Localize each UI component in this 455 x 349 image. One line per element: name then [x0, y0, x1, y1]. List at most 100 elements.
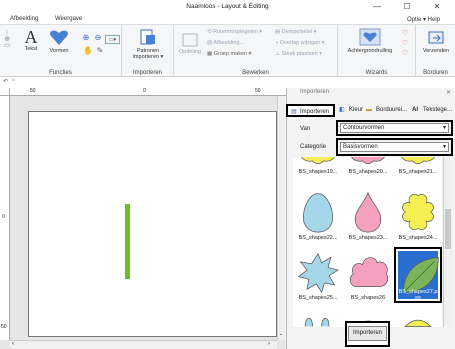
- background-fill-icon: [359, 28, 381, 46]
- send-button[interactable]: Verzenden: [420, 28, 452, 54]
- text-icon: A: [24, 27, 38, 47]
- categorie-select-value: Basisvormen: [343, 144, 378, 150]
- ruler-corner: [0, 88, 10, 96]
- group-make-button[interactable]: ▦ Groep maken ▾: [207, 51, 251, 57]
- shape-tile-label: BS_shapes26: [350, 295, 386, 301]
- group-wizards: Achtergrondrulling ♡ ♡ ♡ Wizards: [338, 25, 416, 77]
- group-make-label: Groep maken ▾: [213, 51, 252, 57]
- gallery-scroll-thumb[interactable]: [445, 209, 451, 249]
- burst-shape-icon: [297, 252, 340, 294]
- flower-shape-icon: [402, 193, 434, 231]
- embroidery-page[interactable]: [28, 111, 277, 337]
- tab-text-icon: Al: [412, 107, 418, 113]
- measure-icon[interactable]: ✎: [94, 47, 106, 58]
- ruler-label: 0: [2, 214, 5, 220]
- title-bar: Naamloos - Layout & Editing — ☐ ✕: [0, 0, 455, 14]
- tab-import-icon: ▤: [291, 109, 297, 115]
- zoom-in-icon[interactable]: ⊕: [80, 34, 92, 45]
- import-patterns-button[interactable]: Patronen importeren ▾: [130, 28, 166, 60]
- dempel-button[interactable]: ▤ Dempelselst ▾: [275, 29, 316, 35]
- shape-tile-label: BS_shapes27.p es: [398, 289, 438, 301]
- tab-color-icon: ◧: [339, 107, 345, 113]
- rotate-mirror-button[interactable]: ⟲ Roteren/spiegelen ▾: [207, 29, 262, 35]
- scroll-left-arrow[interactable]: ‹: [12, 341, 14, 347]
- overlap-button[interactable]: ◑ Overlap wijzigen ▾: [275, 40, 325, 46]
- pan-icon[interactable]: ✋: [82, 47, 94, 58]
- dropdown-icon[interactable]: ⁼: [12, 78, 15, 85]
- group-wizards-label: Wizards: [365, 70, 388, 76]
- shape-tile-label: BS_shapes25...: [298, 295, 338, 301]
- close-button[interactable]: ✕: [426, 1, 448, 13]
- cloud-partial-shape-icon: [301, 157, 335, 165]
- canvas-horizontal-scrollbar[interactable]: ‹ ›: [10, 340, 277, 349]
- zoom-out-icon[interactable]: ⊖: [92, 34, 104, 45]
- minimize-button[interactable]: —: [366, 1, 388, 13]
- van-select[interactable]: Contourvormen ▾: [340, 123, 449, 133]
- wizard-hearts-icon[interactable]: ♡ ♡ ♡: [400, 29, 410, 59]
- cloud-partial-shape-icon: [401, 157, 435, 165]
- gallery-scrollbar[interactable]: [443, 157, 452, 327]
- categorie-select[interactable]: Basisvormen ▾: [340, 142, 449, 152]
- group-functies: ⁝ ⊕ ▭ A Tekst Vormen ⊕ ⊖ ▭▾ ✋ ✎ Functies: [0, 25, 122, 77]
- shapes-gallery: BS_shapes19... BS_shapes20... BS_shapes21.…: [293, 157, 442, 327]
- menu-weergave[interactable]: Weergave: [55, 16, 82, 22]
- tab-embroidery-icon: ▬: [366, 107, 372, 113]
- maximize-button[interactable]: ☐: [396, 1, 418, 13]
- split-button[interactable]: Opdeling: [178, 33, 202, 55]
- drop-shape-icon: [354, 191, 382, 233]
- shapes-button[interactable]: Vormen: [46, 28, 72, 54]
- split-button-label: Opdeling: [178, 49, 202, 55]
- tab-borduurei-label: Borduurei...: [376, 107, 408, 113]
- menu-afbeelding[interactable]: Afbeelding: [10, 16, 38, 22]
- text-button[interactable]: A Tekst: [20, 28, 42, 52]
- image-button[interactable]: ▧ Afbeelding...: [207, 40, 244, 46]
- tab-borduurei[interactable]: ▬ Borduurei...: [364, 104, 411, 117]
- scroll-right-arrow[interactable]: ›: [268, 341, 270, 347]
- tab-kleur[interactable]: ◧ Kleur: [337, 104, 363, 117]
- heart-icon: [50, 30, 68, 45]
- image-label: Afbeelding...: [213, 40, 244, 46]
- chevron-down-icon: ▾: [442, 144, 446, 150]
- tab-importeren-label: Importeren: [300, 109, 330, 115]
- shape-tile[interactable]: BS_shapes23...: [344, 187, 392, 241]
- shape-tile[interactable]: BS_shapes22...: [294, 187, 342, 241]
- menu-options-help[interactable]: Optie ▾ Help: [407, 16, 440, 23]
- shape-tile[interactable]: BS_shapes26: [344, 247, 392, 301]
- ruler-label: 50: [30, 88, 36, 94]
- shape-tile[interactable]: BS_shapes27.p es: [394, 247, 442, 303]
- undo-icon[interactable]: ↶: [3, 78, 8, 85]
- group-importeren-label: Importeren: [132, 70, 162, 76]
- canvas-vertical-scrollbar[interactable]: ⌄: [277, 96, 286, 340]
- select-tools-icon[interactable]: ⁝ ⊕ ▭: [2, 30, 12, 61]
- shape-tile-label: BS_shapes24...: [398, 235, 438, 241]
- shape-tile[interactable]: BS_shapes25...: [294, 247, 342, 301]
- cloud-partial-shape-icon: [351, 157, 385, 165]
- shape-tile-label: BS_shapes22...: [298, 235, 338, 241]
- shape-tile-label: BS_shapes23...: [348, 235, 388, 241]
- panel-close-icon[interactable]: ✕: [446, 89, 451, 96]
- overlap-label: Overlap wijzigen ▾: [279, 40, 325, 46]
- scroll-down-arrow[interactable]: ⌄: [279, 331, 283, 337]
- ruler-label: 50: [255, 88, 261, 94]
- tab-tekstege[interactable]: Al Tekstege...: [411, 104, 455, 117]
- group-borduren-label: Borduren: [423, 70, 448, 76]
- egg-shape-icon: [302, 193, 334, 233]
- import-patterns-label: Patronen importeren ▾: [132, 48, 164, 60]
- partial-shape-icon[interactable]: [296, 315, 340, 327]
- text-button-label: Tekst: [24, 46, 38, 52]
- group-functies-label: Functies: [49, 70, 72, 76]
- import-button[interactable]: Importeren: [348, 326, 387, 341]
- partial-shape-icon[interactable]: [396, 315, 440, 327]
- shape-tile-label: BS_shapes21...: [398, 169, 438, 175]
- tab-importeren[interactable]: ▤ Importeren: [286, 104, 335, 117]
- shape-tile-label: BS_shapes20...: [348, 169, 388, 175]
- shape-tile[interactable]: BS_shapes24...: [394, 187, 442, 241]
- menu-bar: Afbeelding Weergave Optie ▾ Help: [0, 14, 455, 25]
- stitch-place-button[interactable]: ⊥ Steek plaatsen ▾: [275, 51, 322, 57]
- background-fill-button[interactable]: Achtergrondrulling: [342, 28, 398, 54]
- green-stitch-line[interactable]: [125, 204, 130, 279]
- group-bewerken-label: Bewerken: [242, 70, 269, 76]
- van-select-value: Contourvormen: [343, 125, 385, 131]
- zoom-fit-icon[interactable]: ▭▾: [105, 35, 120, 44]
- stitch-place-label: Steek plaatsen ▾: [281, 51, 323, 57]
